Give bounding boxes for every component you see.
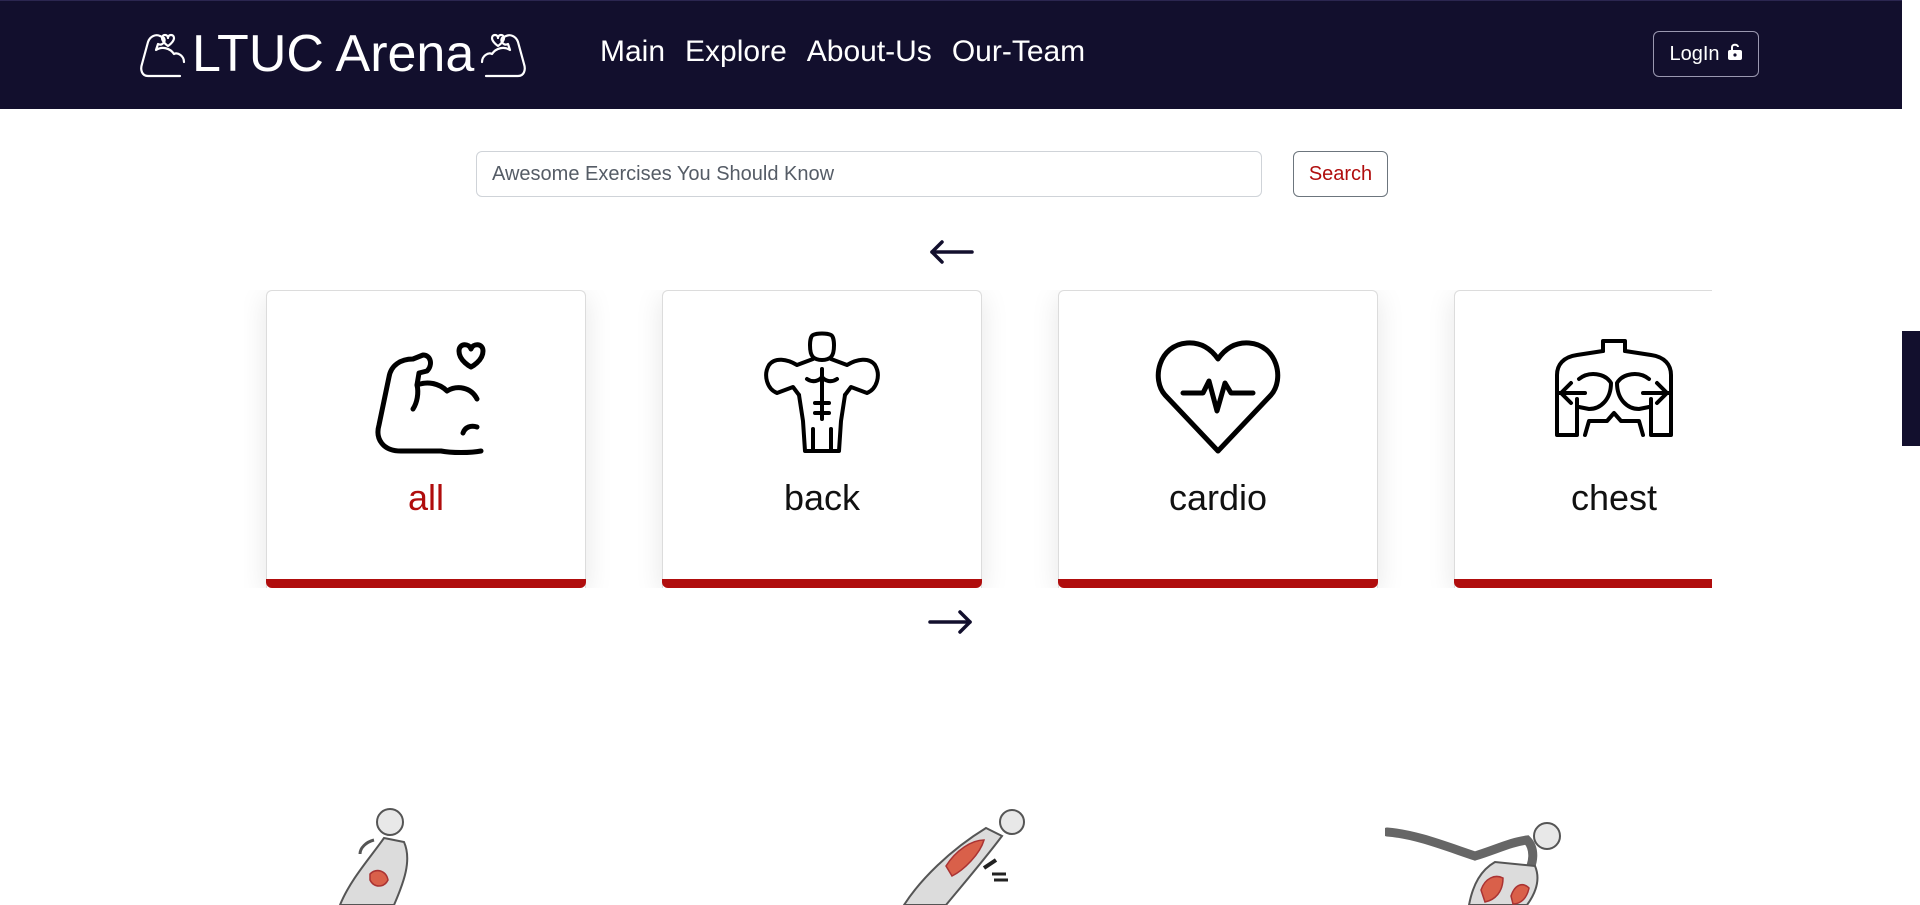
- category-card-chest[interactable]: chest: [1454, 290, 1712, 588]
- nav-link-main[interactable]: Main: [600, 35, 665, 69]
- unlock-icon: [1727, 42, 1743, 66]
- exercise-card[interactable]: [890, 770, 1030, 905]
- nav-link-our-team[interactable]: Our-Team: [952, 35, 1085, 69]
- heart-pulse-icon: [1153, 329, 1283, 459]
- nav-links: Main Explore About-Us Our-Team: [600, 35, 1085, 69]
- bodybuilder-icon: [757, 329, 887, 459]
- flexed-arm-heart-left-icon: [138, 28, 190, 80]
- login-label: LogIn: [1669, 42, 1720, 65]
- air-bike-exercise-icon: [1385, 770, 1585, 905]
- crunch-exercise-icon: [300, 770, 440, 905]
- category-label-chest: chest: [1570, 477, 1658, 518]
- flexed-arm-heart-right-icon: [476, 28, 528, 80]
- arrow-right-icon[interactable]: [928, 607, 974, 637]
- exercise-card[interactable]: [1385, 770, 1585, 905]
- search-button[interactable]: Search: [1293, 151, 1388, 197]
- category-card-all[interactable]: all: [266, 290, 586, 588]
- category-card-back[interactable]: back: [662, 290, 982, 588]
- scrollbar-thumb[interactable]: [1902, 331, 1920, 446]
- category-carousel: all back cardio chest: [244, 290, 1712, 588]
- exercise-card[interactable]: [300, 770, 440, 905]
- flexed-arm-heart-icon: [361, 329, 491, 459]
- navbar: LTUC Arena Main Explore About-Us Our-Tea…: [0, 0, 1902, 109]
- incline-situp-exercise-icon: [890, 770, 1030, 905]
- category-label-back: back: [783, 477, 861, 518]
- nav-link-explore[interactable]: Explore: [685, 35, 787, 69]
- nav-link-about-us[interactable]: About-Us: [807, 35, 932, 69]
- brand-title: LTUC Arena: [192, 25, 475, 83]
- login-button[interactable]: LogIn: [1653, 31, 1759, 77]
- category-label-all: all: [407, 477, 445, 518]
- chest-muscle-icon: [1549, 329, 1679, 459]
- category-card-cardio[interactable]: cardio: [1058, 290, 1378, 588]
- brand-logo[interactable]: LTUC Arena: [138, 23, 528, 85]
- category-label-cardio: cardio: [1168, 477, 1268, 518]
- arrow-left-icon[interactable]: [928, 237, 974, 267]
- search-input[interactable]: [476, 151, 1262, 197]
